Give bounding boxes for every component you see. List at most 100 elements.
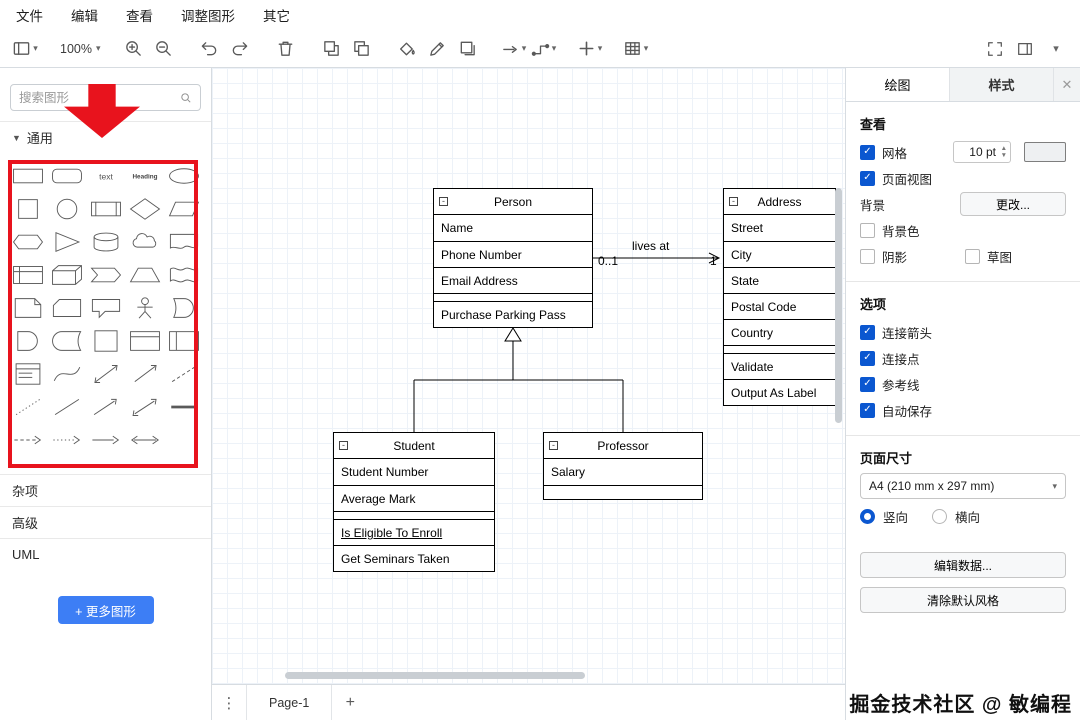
edge-shape[interactable]: [86, 423, 125, 456]
menu-edit[interactable]: 编辑: [71, 5, 98, 25]
to-back-button[interactable]: [349, 36, 375, 62]
uml-class-professor[interactable]: ProfessorSalary: [543, 432, 703, 500]
view-panel-button[interactable]: ▾: [12, 36, 38, 62]
cube-shape[interactable]: [47, 258, 86, 291]
clear-default-style-button[interactable]: 清除默认风格: [860, 587, 1066, 613]
vertical-container-shape[interactable]: [164, 324, 203, 357]
class-attribute[interactable]: State: [724, 267, 835, 293]
collapse-icon[interactable]: [729, 197, 738, 206]
edit-data-button[interactable]: 编辑数据...: [860, 552, 1066, 578]
vertical-scrollbar[interactable]: [835, 188, 842, 423]
ellipse-shape[interactable]: [164, 159, 203, 192]
class-method[interactable]: Get Seminars Taken: [334, 545, 494, 571]
heading-shape[interactable]: Heading: [125, 159, 164, 192]
step-shape[interactable]: [86, 258, 125, 291]
page-tab[interactable]: Page-1: [246, 685, 333, 720]
hexagon-shape[interactable]: [8, 225, 47, 258]
dashed-line-shape[interactable]: [164, 357, 203, 390]
curve-shape[interactable]: [47, 357, 86, 390]
data-storage-shape[interactable]: [47, 324, 86, 357]
callout-shape[interactable]: [86, 291, 125, 324]
grid-color-swatch[interactable]: [1024, 142, 1066, 162]
option-checkbox[interactable]: [860, 376, 875, 392]
class-attribute[interactable]: Postal Code: [724, 293, 835, 319]
directional-connector-shape[interactable]: [86, 390, 125, 423]
class-attribute[interactable]: Name: [434, 215, 592, 241]
arrow-shape[interactable]: [125, 357, 164, 390]
class-attribute[interactable]: City: [724, 241, 835, 267]
collapse-icon[interactable]: [549, 441, 558, 450]
trapezoid-shape[interactable]: [125, 258, 164, 291]
line-color-button[interactable]: [425, 36, 451, 62]
list-shape[interactable]: [8, 357, 47, 390]
add-page-button[interactable]: +: [332, 685, 368, 720]
class-method[interactable]: Is Eligible To Enroll: [334, 519, 494, 545]
cloud-shape[interactable]: [125, 225, 164, 258]
collapse-icon[interactable]: [439, 197, 448, 206]
actor-shape[interactable]: [125, 291, 164, 324]
process-shape[interactable]: [86, 192, 125, 225]
portrait-radio[interactable]: [860, 509, 875, 524]
delete-button[interactable]: [273, 36, 299, 62]
container-shape[interactable]: [86, 324, 125, 357]
grid-checkbox[interactable]: [860, 144, 875, 160]
tab-style[interactable]: 样式: [950, 68, 1054, 101]
background-color-checkbox[interactable]: [860, 222, 875, 238]
text-shape[interactable]: text: [86, 159, 125, 192]
edge-source-multiplicity[interactable]: 0..1: [598, 254, 618, 268]
class-method[interactable]: Validate: [724, 353, 835, 379]
more-dropdown-button[interactable]: ▾: [1042, 36, 1068, 62]
bidirectional-edge-shape[interactable]: [125, 423, 164, 456]
grid-size-stepper[interactable]: 10 pt ▲ ▼: [953, 141, 1011, 163]
waypoint-style-button[interactable]: ▾: [531, 36, 557, 62]
tape-shape[interactable]: [164, 258, 203, 291]
uml-class-student[interactable]: StudentStudent NumberAverage Mark Is Elig…: [333, 432, 495, 572]
menu-file[interactable]: 文件: [16, 5, 43, 25]
connection-style-button[interactable]: ▾: [501, 36, 527, 62]
link-shape[interactable]: [164, 390, 203, 423]
section-uml[interactable]: UML: [0, 538, 211, 570]
shadow-checkbox[interactable]: [860, 248, 875, 264]
zoom-in-button[interactable]: [121, 36, 147, 62]
class-attribute[interactable]: Average Mark: [334, 485, 494, 511]
pages-menu-button[interactable]: ⋮: [212, 685, 246, 720]
line-shape[interactable]: [47, 390, 86, 423]
section-general[interactable]: ▼ 通用: [0, 121, 211, 153]
class-attribute[interactable]: Street: [724, 215, 835, 241]
uml-class-person[interactable]: PersonNamePhone NumberEmail Address Purch…: [433, 188, 593, 328]
menu-arrange[interactable]: 调整图形: [181, 5, 235, 25]
option-checkbox[interactable]: [860, 324, 875, 340]
section-misc[interactable]: 杂项: [0, 474, 211, 506]
paper-size-select[interactable]: A4 (210 mm x 297 mm) ▾: [860, 473, 1066, 499]
edge-label[interactable]: lives at: [632, 239, 669, 253]
menu-view[interactable]: 查看: [126, 5, 153, 25]
dotted-edge-shape[interactable]: [47, 423, 86, 456]
class-attribute[interactable]: Country: [724, 319, 835, 345]
option-checkbox[interactable]: [860, 402, 875, 418]
note-shape[interactable]: [8, 291, 47, 324]
stepper-arrows-icon[interactable]: ▲ ▼: [1001, 145, 1007, 159]
shape-search-input[interactable]: [19, 90, 180, 105]
card-shape[interactable]: [47, 291, 86, 324]
zoom-out-button[interactable]: [151, 36, 177, 62]
shape-search-box[interactable]: [10, 84, 201, 111]
square-shape[interactable]: [8, 192, 47, 225]
change-background-button[interactable]: 更改...: [960, 192, 1066, 216]
class-method[interactable]: Output As Label: [724, 379, 835, 405]
collapse-icon[interactable]: [339, 441, 348, 450]
section-advanced[interactable]: 高级: [0, 506, 211, 538]
class-attribute[interactable]: Email Address: [434, 267, 592, 293]
bidirectional-arrow-shape[interactable]: [86, 357, 125, 390]
sketch-checkbox[interactable]: [965, 248, 980, 264]
edge-target-multiplicity[interactable]: 1: [710, 254, 717, 268]
circle-shape[interactable]: [47, 192, 86, 225]
format-panel-button[interactable]: [1012, 36, 1038, 62]
or-shape[interactable]: [164, 291, 203, 324]
class-method[interactable]: Purchase Parking Pass: [434, 301, 592, 327]
uml-class-address[interactable]: AddressStreetCityStatePostal CodeCountry…: [723, 188, 836, 406]
class-attribute[interactable]: Student Number: [334, 459, 494, 485]
fill-color-button[interactable]: [395, 36, 421, 62]
more-shapes-button[interactable]: + 更多图形: [57, 596, 154, 624]
redo-button[interactable]: [227, 36, 253, 62]
cylinder-shape[interactable]: [86, 225, 125, 258]
